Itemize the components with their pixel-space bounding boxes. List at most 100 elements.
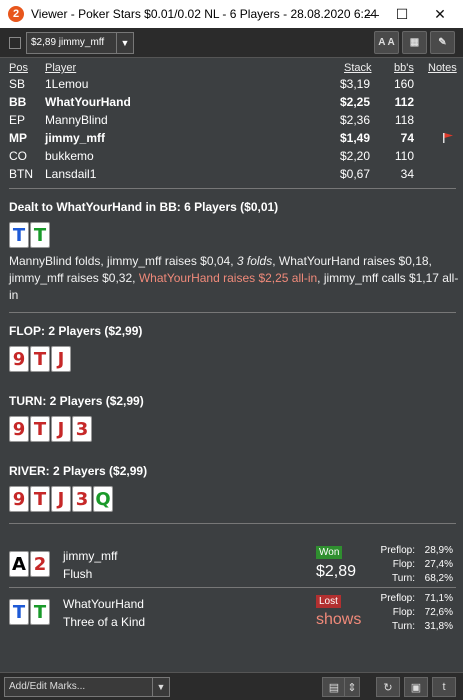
river-cards: 9 T J 3 Q xyxy=(9,486,113,512)
notes-button[interactable]: ▤ xyxy=(322,677,346,697)
card: 9 xyxy=(9,346,29,372)
app-logo-icon: 2 xyxy=(8,6,24,22)
player-bbs: 112 xyxy=(394,95,414,109)
spin-button[interactable]: ⇕ xyxy=(344,677,360,697)
equity-value: 28,9% xyxy=(424,545,453,556)
turn-cards: 9 T J 3 xyxy=(9,416,92,442)
player-name: MannyBlind xyxy=(45,113,108,127)
chevron-down-icon: ▼ xyxy=(152,678,169,696)
player-bbs: 34 xyxy=(400,167,414,181)
flop-cards: 9 T J xyxy=(9,346,71,372)
title-bar: 2 Viewer - Poker Stars $0.01/0.02 NL - 6… xyxy=(0,0,463,28)
card: 3 xyxy=(72,416,92,442)
equity-value: 27,4% xyxy=(424,559,453,570)
close-button[interactable]: ✕ xyxy=(423,0,457,28)
equity-label: Preflop: xyxy=(380,545,415,556)
twitter-button[interactable]: t xyxy=(432,677,456,697)
player-position: SB xyxy=(9,77,26,91)
result-hand: Three of a Kind xyxy=(63,615,146,629)
player-row[interactable]: SB 1Lemou $3,19 160 xyxy=(0,75,463,93)
equity-value: 71,1% xyxy=(424,593,453,604)
save-button[interactable]: ▣ xyxy=(404,677,428,697)
equity-label: Flop: xyxy=(392,559,415,570)
grid-view-button[interactable]: ▦ xyxy=(402,31,427,54)
equity-label: Flop: xyxy=(392,607,415,618)
player-name: Lansdail1 xyxy=(45,167,97,181)
result-amount: $2,89 xyxy=(316,563,357,580)
river-title: RIVER: 2 Players ($2,99) xyxy=(9,464,148,478)
card: T xyxy=(9,599,29,625)
equity-label: Turn: xyxy=(392,573,415,584)
card: T xyxy=(30,416,50,442)
player-name: jimmy_mff xyxy=(45,131,106,145)
bottom-bar: Add/Edit Marks... ▼ ▤ ⇕ ↻ ▣ t xyxy=(0,672,463,700)
flag-icon[interactable] xyxy=(442,133,454,143)
hand-select-dropdown[interactable]: $2,89 jimmy_mff ▼ xyxy=(26,32,134,54)
select-checkbox[interactable] xyxy=(9,37,21,49)
window-title: Viewer - Poker Stars $0.01/0.02 NL - 6 P… xyxy=(31,7,378,21)
header-pos[interactable]: Pos xyxy=(9,62,28,74)
refresh-button[interactable]: ↻ xyxy=(376,677,400,697)
header-player[interactable]: Player xyxy=(45,62,76,74)
header-notes[interactable]: Notes xyxy=(428,62,457,74)
player-position: BB xyxy=(9,95,27,109)
toolbar: $2,89 jimmy_mff ▼ A A ▦ ✎ xyxy=(0,28,463,58)
equity-label: Preflop: xyxy=(380,593,415,604)
card: 3 xyxy=(72,486,92,512)
equity-value: 31,8% xyxy=(424,621,453,632)
maximize-button[interactable]: ☐ xyxy=(385,0,419,28)
equity-label: Turn: xyxy=(392,621,415,632)
header-bbs[interactable]: bb's xyxy=(394,62,414,74)
player-row[interactable]: BB WhatYourHand $2,25 112 xyxy=(0,93,463,111)
player-position: EP xyxy=(9,113,26,127)
player-position: CO xyxy=(9,149,27,163)
turn-title: TURN: 2 Players ($2,99) xyxy=(9,394,144,408)
card: 2 xyxy=(30,551,50,577)
player-stack: $3,19 xyxy=(339,77,370,91)
minimize-button[interactable]: — xyxy=(355,0,389,28)
font-size-button[interactable]: A A xyxy=(374,31,399,54)
card: T xyxy=(30,222,50,248)
equity-value: 72,6% xyxy=(424,607,453,618)
player-bbs: 118 xyxy=(394,113,414,127)
preflop-title: Dealt to WhatYourHand in BB: 6 Players (… xyxy=(9,200,279,214)
player-stack: $0,67 xyxy=(339,167,370,181)
lost-badge: Lost xyxy=(316,595,341,608)
player-position: MP xyxy=(9,131,27,145)
marks-dropdown[interactable]: Add/Edit Marks... ▼ xyxy=(4,677,170,697)
card: T xyxy=(30,346,50,372)
won-badge: Won xyxy=(316,546,343,559)
action-folds: 3 folds xyxy=(236,254,273,268)
result-player: WhatYourHand xyxy=(63,597,144,611)
player-row[interactable]: MP jimmy_mff $1,49 74 xyxy=(0,129,463,147)
player-stack: $2,20 xyxy=(339,149,370,163)
player-stack: $2,36 xyxy=(339,113,370,127)
player-bbs: 74 xyxy=(400,131,414,145)
card: 9 xyxy=(9,486,29,512)
divider xyxy=(9,188,456,189)
card: 9 xyxy=(9,416,29,442)
card: T xyxy=(9,222,29,248)
result-hand: Flush xyxy=(63,567,93,581)
card: T xyxy=(30,486,50,512)
edit-pencil-button[interactable]: ✎ xyxy=(430,31,455,54)
marks-placeholder: Add/Edit Marks... xyxy=(9,681,86,692)
card: T xyxy=(30,599,50,625)
chevron-down-icon: ▼ xyxy=(116,33,133,53)
equity-value: 68,2% xyxy=(424,573,453,584)
player-stack: $2,25 xyxy=(339,95,370,109)
player-row[interactable]: CO bukkemo $2,20 110 xyxy=(0,147,463,165)
player-name: 1Lemou xyxy=(45,77,89,91)
divider xyxy=(9,587,456,588)
card: Q xyxy=(93,486,113,512)
preflop-actions: MannyBlind folds, jimmy_mff raises $0,04… xyxy=(9,253,459,304)
header-stack[interactable]: Stack xyxy=(344,62,372,74)
player-bbs: 110 xyxy=(394,149,414,163)
divider xyxy=(9,312,456,313)
player-row[interactable]: BTN Lansdail1 $0,67 34 xyxy=(0,165,463,183)
player-name: WhatYourHand xyxy=(45,95,131,109)
player-row[interactable]: EP MannyBlind $2,36 118 xyxy=(0,111,463,129)
hand-select-value: $2,89 jimmy_mff xyxy=(31,37,105,48)
action-segment: MannyBlind folds, jimmy_mff raises $0,04… xyxy=(9,254,237,268)
hero-hole-cards: T T xyxy=(9,222,50,248)
